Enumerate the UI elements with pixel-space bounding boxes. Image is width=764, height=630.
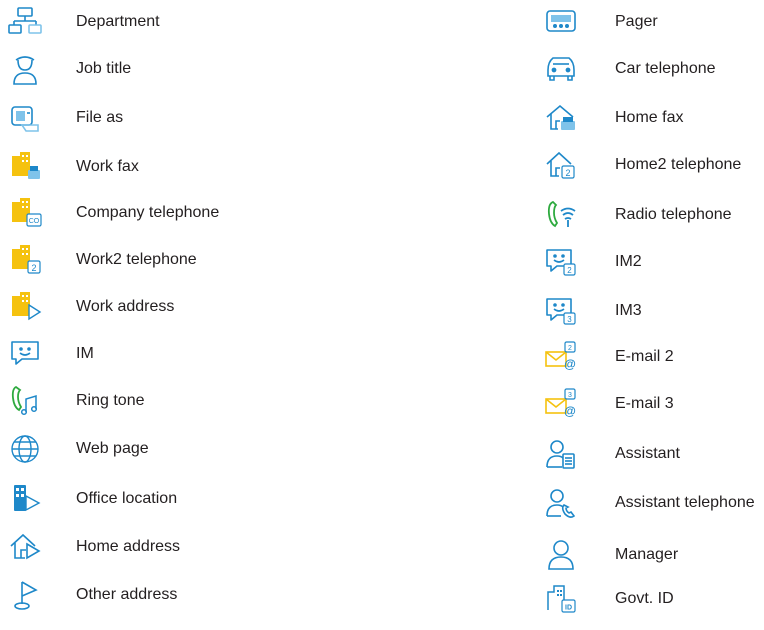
chat-2-icon: 2	[544, 245, 578, 279]
svg-text:2: 2	[31, 263, 36, 273]
building-fax-icon	[8, 150, 42, 184]
item-label: Job title	[76, 60, 132, 77]
item-label: Department	[76, 13, 160, 30]
pin-flag-icon	[8, 578, 42, 612]
assistant-icon	[544, 437, 578, 471]
item-label: Home fax	[615, 109, 684, 126]
item-label: E-mail 3	[615, 395, 674, 412]
item-label: IM	[76, 345, 94, 362]
item-label: Other address	[76, 586, 178, 603]
item-label: IM2	[615, 253, 642, 270]
item-label: Assistant	[615, 445, 680, 462]
car-icon	[544, 52, 578, 86]
home-flag-icon	[8, 530, 42, 564]
item-label: Company telephone	[76, 204, 220, 221]
govt-id-icon: ID	[544, 582, 578, 616]
item-label: Assistant telephone	[615, 494, 755, 511]
person-hat-icon	[8, 52, 42, 86]
svg-text:3: 3	[567, 315, 572, 324]
item-label: Web page	[76, 440, 149, 457]
item-label: Work fax	[76, 158, 139, 175]
radio-phone-icon	[544, 198, 578, 232]
globe-icon	[8, 432, 42, 466]
item-label: File as	[76, 109, 124, 126]
email-3-icon: 3 @	[544, 387, 578, 421]
item-label: IM3	[615, 302, 642, 319]
item-label: Office location	[76, 490, 178, 507]
svg-text:2: 2	[567, 266, 572, 275]
svg-text:2: 2	[565, 168, 570, 178]
item-label: Work address	[76, 298, 175, 315]
chat-smile-icon	[8, 337, 42, 371]
svg-text:@: @	[564, 357, 576, 371]
svg-text:2: 2	[568, 345, 572, 352]
phone-music-icon	[8, 384, 42, 418]
pager-icon	[544, 5, 578, 39]
building-flag-icon	[8, 290, 42, 324]
item-label: E-mail 2	[615, 348, 674, 365]
item-label: Govt. ID	[615, 590, 674, 607]
email-2-icon: 2 @	[544, 340, 578, 374]
office-flag-icon	[8, 482, 42, 516]
svg-text:3: 3	[568, 392, 572, 399]
item-label: Manager	[615, 546, 679, 563]
home-fax-icon	[544, 101, 578, 135]
chat-3-icon: 3	[544, 294, 578, 328]
building-2-icon: 2	[8, 243, 42, 277]
svg-text:ID: ID	[565, 605, 572, 612]
item-label: Work2 telephone	[76, 251, 197, 268]
item-label: Home2 telephone	[615, 156, 742, 173]
svg-text:@: @	[564, 404, 576, 418]
home-2-icon: 2	[544, 148, 578, 182]
svg-text:CO: CO	[29, 218, 40, 225]
building-co-icon: CO	[8, 196, 42, 230]
item-label: Home address	[76, 538, 181, 555]
item-label: Pager	[615, 13, 658, 30]
item-label: Car telephone	[615, 60, 716, 77]
manager-icon	[544, 538, 578, 572]
item-label: Ring tone	[76, 392, 145, 409]
org-chart-icon	[8, 5, 42, 39]
assistant-phone-icon	[544, 486, 578, 520]
item-label: Radio telephone	[615, 206, 732, 223]
contact-card-icon	[8, 101, 42, 135]
